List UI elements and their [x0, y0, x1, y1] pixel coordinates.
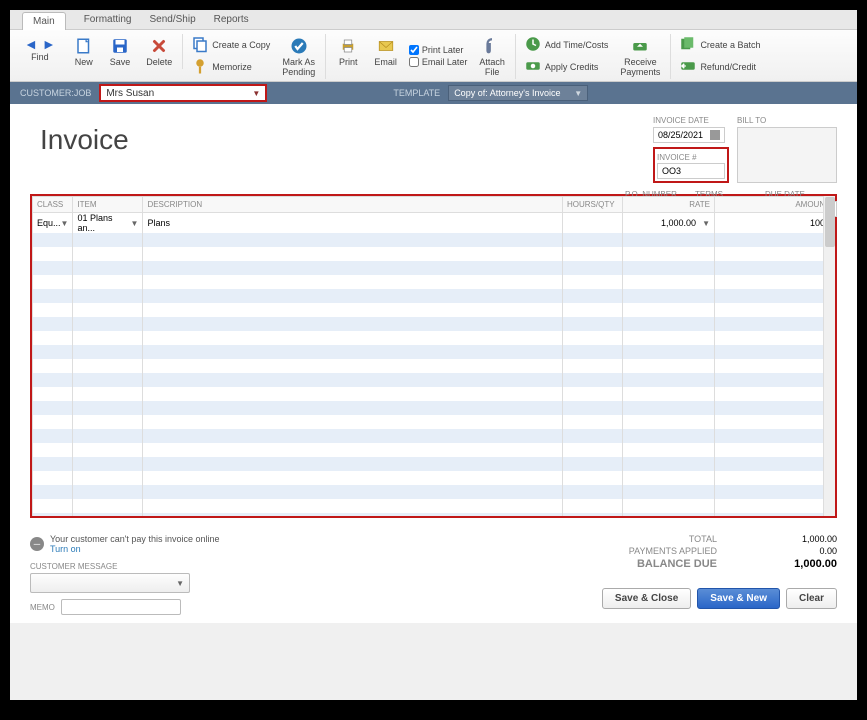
info-icon: ─	[30, 537, 44, 551]
print-button[interactable]: Print	[334, 34, 362, 69]
invoice-number-label: INVOICE #	[657, 153, 697, 162]
delete-button[interactable]: Delete	[142, 34, 183, 69]
copy-icon	[191, 35, 209, 55]
col-class[interactable]: CLASS	[33, 197, 73, 213]
apply-credits-button[interactable]: Apply Credits	[524, 57, 609, 77]
customer-bar: CUSTOMER:JOB Mrs Susan ▼ TEMPLATE Copy o…	[10, 82, 857, 104]
invoice-content: Invoice INVOICE DATE 08/25/2021 INVOICE …	[10, 104, 857, 526]
class-cell[interactable]: Equ...▼	[37, 218, 68, 228]
hours-cell[interactable]	[563, 213, 623, 234]
customer-job-label: CUSTOMER:JOB	[20, 88, 91, 98]
new-button[interactable]: New	[70, 34, 98, 69]
credits-icon	[524, 57, 542, 77]
pin-icon	[191, 57, 209, 77]
col-hours[interactable]: HOURS/QTY	[563, 197, 623, 213]
pay-online-msg: Your customer can't pay this invoice onl…	[50, 534, 219, 544]
col-amount[interactable]: AMOUNT	[715, 197, 835, 213]
item-cell[interactable]: 01 Plans an...▼	[77, 213, 138, 233]
mark-pending-button[interactable]: Mark As Pending	[278, 34, 326, 79]
save-button[interactable]: Save	[106, 34, 135, 69]
memo-label: MEMO	[30, 603, 55, 612]
chevron-down-icon: ▼	[574, 89, 582, 98]
turn-on-link[interactable]: Turn on	[50, 544, 81, 554]
prev-arrow-icon[interactable]: ◄	[24, 36, 38, 52]
find-button[interactable]: ◄► Find	[18, 34, 62, 64]
chevron-down-icon: ▼	[252, 89, 260, 98]
memorize-button[interactable]: Memorize	[191, 57, 270, 77]
print-later-checkbox[interactable]: Print Later	[409, 45, 468, 55]
col-rate[interactable]: RATE	[623, 197, 715, 213]
customer-message-label: CUSTOMER MESSAGE	[30, 562, 219, 571]
clear-button[interactable]: Clear	[786, 588, 837, 609]
template-dropdown[interactable]: Copy of: Attorney's Invoice ▼	[448, 85, 588, 101]
attach-file-button[interactable]: Attach File	[475, 34, 516, 79]
total-label: TOTAL	[597, 534, 717, 544]
billto-field[interactable]	[737, 127, 837, 183]
menu-tabs: Main Formatting Send/Ship Reports	[10, 10, 857, 30]
tab-reports[interactable]: Reports	[214, 14, 249, 25]
refund-credit-button[interactable]: Refund/Credit	[679, 57, 760, 77]
email-icon	[376, 36, 396, 56]
refund-icon	[679, 57, 697, 77]
next-arrow-icon[interactable]: ►	[42, 36, 56, 52]
amount-cell[interactable]: 1000	[715, 213, 835, 234]
customer-message-dropdown[interactable]: ▼	[30, 573, 190, 593]
clock-icon	[524, 35, 542, 55]
rate-cell[interactable]: 1,000.00▼	[627, 218, 710, 228]
invoice-date-input[interactable]: 08/25/2021	[653, 127, 725, 143]
find-label: Find	[31, 52, 49, 62]
customer-job-dropdown[interactable]: Mrs Susan ▼	[99, 84, 267, 102]
chevron-down-icon: ▼	[131, 219, 139, 228]
chevron-down-icon: ▼	[176, 579, 184, 588]
desc-cell[interactable]: Plans	[143, 213, 563, 234]
template-label: TEMPLATE	[393, 88, 440, 98]
invoice-date-label: INVOICE DATE	[653, 116, 729, 125]
create-copy-button[interactable]: Create a Copy	[191, 35, 270, 55]
payments-icon	[630, 36, 650, 56]
payments-applied-label: PAYMENTS APPLIED	[597, 546, 717, 556]
billto-label: BILL TO	[737, 116, 837, 125]
calendar-icon[interactable]	[710, 130, 720, 140]
email-button[interactable]: Email	[370, 34, 401, 69]
invoice-number-input[interactable]: OO3	[657, 163, 725, 179]
chevron-down-icon: ▼	[61, 219, 69, 228]
batch-icon	[679, 35, 697, 55]
balance-due-label: BALANCE DUE	[597, 558, 717, 570]
tab-main[interactable]: Main	[22, 12, 66, 30]
col-desc[interactable]: DESCRIPTION	[143, 197, 563, 213]
footer: ─ Your customer can't pay this invoice o…	[10, 526, 857, 623]
print-icon	[338, 36, 358, 56]
memo-input[interactable]	[61, 599, 181, 615]
new-icon	[74, 36, 94, 56]
tab-sendship[interactable]: Send/Ship	[149, 14, 195, 25]
payments-applied-value: 0.00	[757, 546, 837, 556]
table-row[interactable]: Equ...▼ 01 Plans an...▼ Plans 1,000.00▼ …	[33, 213, 835, 234]
scrollbar[interactable]	[823, 196, 835, 516]
total-value: 1,000.00	[757, 534, 837, 544]
delete-icon	[149, 36, 169, 56]
save-close-button[interactable]: Save & Close	[602, 588, 691, 609]
col-item[interactable]: ITEM	[73, 197, 143, 213]
save-new-button[interactable]: Save & New	[697, 588, 780, 609]
tab-formatting[interactable]: Formatting	[84, 14, 132, 25]
chevron-down-icon: ▼	[702, 219, 710, 228]
attach-icon	[482, 36, 502, 56]
create-batch-button[interactable]: Create a Batch	[679, 35, 760, 55]
receive-payments-button[interactable]: Receive Payments	[616, 34, 671, 79]
add-time-button[interactable]: Add Time/Costs	[524, 35, 609, 55]
check-icon	[289, 36, 309, 56]
line-items-table: CLASS ITEM DESCRIPTION HOURS/QTY RATE AM…	[30, 194, 837, 518]
email-later-checkbox[interactable]: Email Later	[409, 57, 468, 67]
balance-due-value: 1,000.00	[757, 558, 837, 570]
toolbar: ◄► Find New Save Delete Create a Copy Me…	[10, 30, 857, 82]
save-icon	[110, 36, 130, 56]
